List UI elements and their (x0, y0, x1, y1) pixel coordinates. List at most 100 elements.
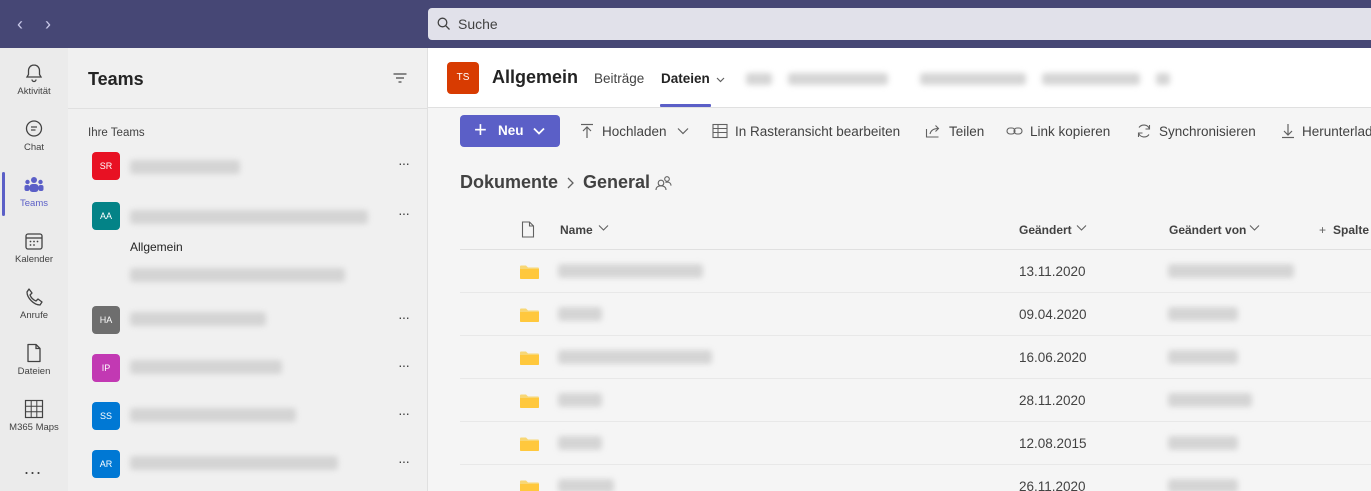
tab-redacted[interactable] (920, 73, 1026, 85)
title-bar: ‹ › Suche (0, 0, 1371, 48)
modified-date: 16.06.2020 (1019, 350, 1087, 365)
rail-item-teams[interactable]: Teams (0, 164, 68, 220)
plus-icon: + (474, 117, 487, 142)
upload-button[interactable]: Hochladen (602, 124, 667, 139)
team-avatar: SR (92, 152, 120, 180)
divider (68, 108, 428, 109)
chevron-down-icon[interactable] (1249, 224, 1260, 232)
table-row[interactable]: 09.04.2020 (460, 293, 1371, 336)
table-row[interactable]: 16.06.2020 (460, 336, 1371, 379)
more-options-icon[interactable]: ··· (398, 155, 410, 171)
tab-beitraege[interactable]: Beiträge (594, 71, 644, 86)
file-name-redacted[interactable] (558, 479, 614, 491)
back-arrow-icon[interactable]: ‹ (10, 12, 30, 36)
forward-arrow-icon[interactable]: › (38, 12, 58, 36)
modified-by-redacted (1168, 350, 1238, 364)
add-column-icon[interactable]: + (1319, 223, 1326, 237)
chevron-down-icon[interactable] (1076, 224, 1087, 232)
team-row[interactable]: AR ··· (68, 446, 428, 486)
rail-item-chat[interactable]: Chat (0, 108, 68, 164)
search-icon (437, 17, 450, 30)
folder-icon (520, 351, 539, 365)
chevron-down-icon[interactable] (598, 224, 609, 232)
sync-button[interactable]: Synchronisieren (1159, 124, 1256, 139)
more-options-icon[interactable]: ··· (398, 405, 410, 421)
new-button[interactable]: + Neu (460, 115, 560, 147)
file-type-icon[interactable] (521, 221, 535, 238)
panel-title: Teams (88, 69, 144, 89)
tab-redacted[interactable] (746, 73, 772, 85)
table-row[interactable]: 26.11.2020 (460, 465, 1371, 491)
tab-dateien[interactable]: Dateien (661, 71, 710, 86)
column-header-name[interactable]: Name (560, 223, 593, 237)
rail-item-aktivitaet[interactable]: Aktivität (0, 52, 68, 108)
breadcrumb-current: General (583, 172, 651, 192)
search-input[interactable]: Suche (458, 16, 498, 32)
chevron-down-icon[interactable] (716, 77, 725, 83)
modified-by-redacted (1168, 479, 1238, 491)
rail-item-kalender[interactable]: Kalender (0, 220, 68, 276)
add-column-button[interactable]: Spalte (1333, 223, 1369, 237)
file-name-redacted[interactable] (558, 393, 602, 407)
column-header-modified-by[interactable]: Geändert von (1169, 223, 1246, 237)
sync-icon (1137, 124, 1151, 138)
more-options-icon[interactable]: ··· (398, 453, 410, 469)
command-bar: + Neu Hochladen In Rasteransicht bearbei… (428, 108, 1371, 158)
channel-header: TS Allgemein Beiträge Dateien (428, 48, 1371, 108)
more-apps-icon[interactable]: ... (24, 458, 42, 479)
file-name-redacted[interactable] (558, 264, 703, 278)
table-row[interactable]: 12.08.2015 (460, 422, 1371, 465)
team-row[interactable]: SS ··· (68, 398, 428, 438)
team-avatar: TS (447, 62, 479, 94)
modified-date: 13.11.2020 (1019, 264, 1086, 279)
main-content: TS Allgemein Beiträge Dateien + Neu Hoch… (428, 48, 1371, 491)
rail-item-m365-maps[interactable]: M365 Maps (0, 388, 68, 444)
chevron-right-icon (567, 177, 574, 189)
people-icon[interactable] (655, 175, 673, 191)
modified-by-redacted (1168, 264, 1294, 278)
rail-item-anrufe[interactable]: Anrufe (0, 276, 68, 332)
file-name-redacted[interactable] (558, 436, 602, 450)
file-name-redacted[interactable] (558, 307, 602, 321)
table-row[interactable]: 28.11.2020 (460, 379, 1371, 422)
channel-name: Allgemein (492, 67, 579, 87)
tab-redacted[interactable] (788, 73, 888, 85)
team-row[interactable]: AA ··· (68, 198, 428, 238)
table-row[interactable]: 13.11.2020 (460, 250, 1371, 293)
file-name-redacted[interactable] (558, 350, 712, 364)
channel-name-redacted[interactable] (130, 268, 345, 282)
column-header-modified[interactable]: Geändert (1019, 223, 1072, 237)
chevron-down-icon[interactable] (677, 127, 689, 135)
add-tab-icon[interactable] (1156, 73, 1170, 85)
team-name-redacted (130, 210, 368, 224)
tab-redacted[interactable] (1042, 73, 1140, 85)
modified-date: 26.11.2020 (1019, 479, 1086, 491)
team-avatar: AR (92, 450, 120, 478)
team-row[interactable]: HA ··· (68, 302, 428, 342)
rail-item-dateien[interactable]: Dateien (0, 332, 68, 388)
download-button[interactable]: Herunterlad (1302, 124, 1371, 139)
team-row[interactable]: SR ··· (68, 148, 428, 188)
copy-link-button[interactable]: Link kopieren (1030, 124, 1110, 139)
more-options-icon[interactable]: ··· (398, 309, 410, 325)
team-avatar: AA (92, 202, 120, 230)
folder-icon (520, 308, 539, 322)
link-icon (1006, 127, 1023, 135)
bell-icon (25, 64, 43, 83)
team-name-redacted (130, 456, 338, 470)
share-button[interactable]: Teilen (949, 124, 984, 139)
search-box[interactable]: Suche (428, 8, 1371, 40)
modified-by-redacted (1168, 393, 1252, 407)
channel-item-allgemein[interactable]: Allgemein (130, 240, 183, 254)
grid-edit-button[interactable]: In Rasteransicht bearbeiten (735, 124, 900, 139)
active-tab-indicator (660, 104, 711, 107)
breadcrumb-root[interactable]: Dokumente (460, 172, 558, 193)
download-icon (1282, 124, 1294, 139)
calendar-icon (25, 233, 43, 250)
chevron-down-icon (533, 127, 545, 135)
filter-icon[interactable] (392, 70, 408, 86)
more-options-icon[interactable]: ··· (398, 205, 410, 221)
team-row[interactable]: IP ··· (68, 350, 428, 390)
file-list-header: Name Geändert Geändert von + Spalte (460, 210, 1371, 250)
more-options-icon[interactable]: ··· (398, 357, 410, 373)
